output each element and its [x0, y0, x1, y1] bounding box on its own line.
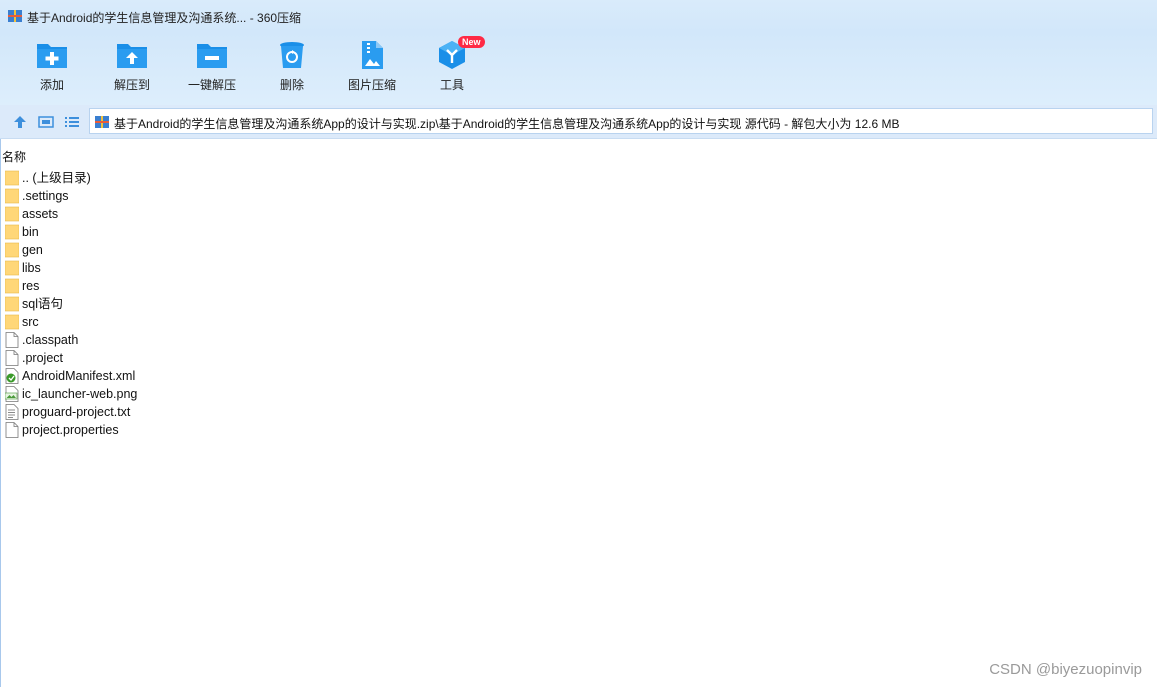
image-compress-icon [362, 41, 383, 69]
toolbar: 添加 解压到 一键解压 删除 图片压缩 New 工具 [0, 32, 1157, 105]
file-name: ic_launcher-web.png [22, 387, 138, 401]
file-list: 名称 .. (上级目录) .settings assets bin gen li… [0, 139, 1157, 687]
file-name: AndroidManifest.xml [22, 369, 136, 383]
window-title: 基于Android的学生信息管理及沟通系统... - 360压缩 [27, 11, 302, 25]
file-name: .. (上级目录) [22, 171, 91, 185]
tools-button[interactable]: New 工具 [414, 36, 490, 98]
image-compress-button[interactable]: 图片压缩 [334, 38, 410, 98]
one-click-extract-label: 一键解压 [187, 78, 236, 92]
delete-button[interactable]: 删除 [254, 38, 330, 98]
xml-file-icon [5, 368, 19, 384]
extract-to-icon [117, 44, 147, 68]
file-name: assets [22, 207, 59, 221]
file-name: libs [22, 261, 41, 275]
folder-icon [5, 278, 19, 294]
file-name: .settings [22, 189, 69, 203]
folder-icon [5, 188, 19, 204]
address-bar: 基于Android的学生信息管理及沟通系统App的设计与实现.zip\基于And… [0, 105, 1157, 139]
folder-icon [5, 170, 19, 186]
folder-icon [5, 314, 19, 330]
file-icon [5, 350, 19, 366]
folder-icon [5, 206, 19, 222]
thumbnail-view-icon[interactable] [37, 113, 55, 131]
file-name: gen [22, 243, 43, 257]
path-field[interactable]: 基于Android的学生信息管理及沟通系统App的设计与实现.zip\基于And… [89, 108, 1153, 134]
add-folder-icon [37, 44, 67, 68]
text-file-icon [5, 404, 19, 420]
file-name: .project [22, 351, 63, 365]
add-button-label: 添加 [39, 78, 64, 92]
folder-icon [5, 224, 19, 240]
file-name: proguard-project.txt [22, 405, 131, 419]
watermark: CSDN @biyezuopinvip [989, 661, 1142, 678]
one-click-extract-icon [197, 44, 227, 68]
file-name: project.properties [22, 423, 119, 437]
folder-icon [5, 242, 19, 258]
file-icon [5, 422, 19, 438]
archive-icon [95, 116, 109, 128]
delete-button-label: 删除 [279, 78, 304, 92]
up-arrow-icon[interactable] [11, 113, 29, 131]
file-name: .classpath [22, 333, 79, 347]
new-badge: New [458, 36, 485, 48]
extract-to-button-label: 解压到 [113, 78, 150, 92]
file-name: bin [22, 225, 39, 239]
extract-to-button[interactable]: 解压到 [94, 38, 170, 98]
title-bar: 基于Android的学生信息管理及沟通系统... - 360压缩 [0, 0, 1157, 32]
archive-icon [8, 10, 22, 22]
add-button[interactable]: 添加 [14, 38, 90, 98]
list-view-icon[interactable] [63, 113, 81, 131]
column-header-name[interactable]: 名称 [2, 148, 26, 165]
png-file-icon [5, 386, 19, 402]
file-name: sql语句 [22, 297, 63, 311]
file-name: res [22, 279, 40, 293]
folder-icon [5, 296, 19, 312]
recycle-bin-icon [280, 42, 304, 68]
file-name: src [22, 315, 39, 329]
path-text: 基于Android的学生信息管理及沟通系统App的设计与实现.zip\基于And… [114, 117, 900, 131]
image-compress-label: 图片压缩 [347, 78, 396, 92]
file-icon [5, 332, 19, 348]
one-click-extract-button[interactable]: 一键解压 [174, 38, 250, 98]
tools-button-label: 工具 [439, 78, 464, 92]
folder-icon [5, 260, 19, 276]
